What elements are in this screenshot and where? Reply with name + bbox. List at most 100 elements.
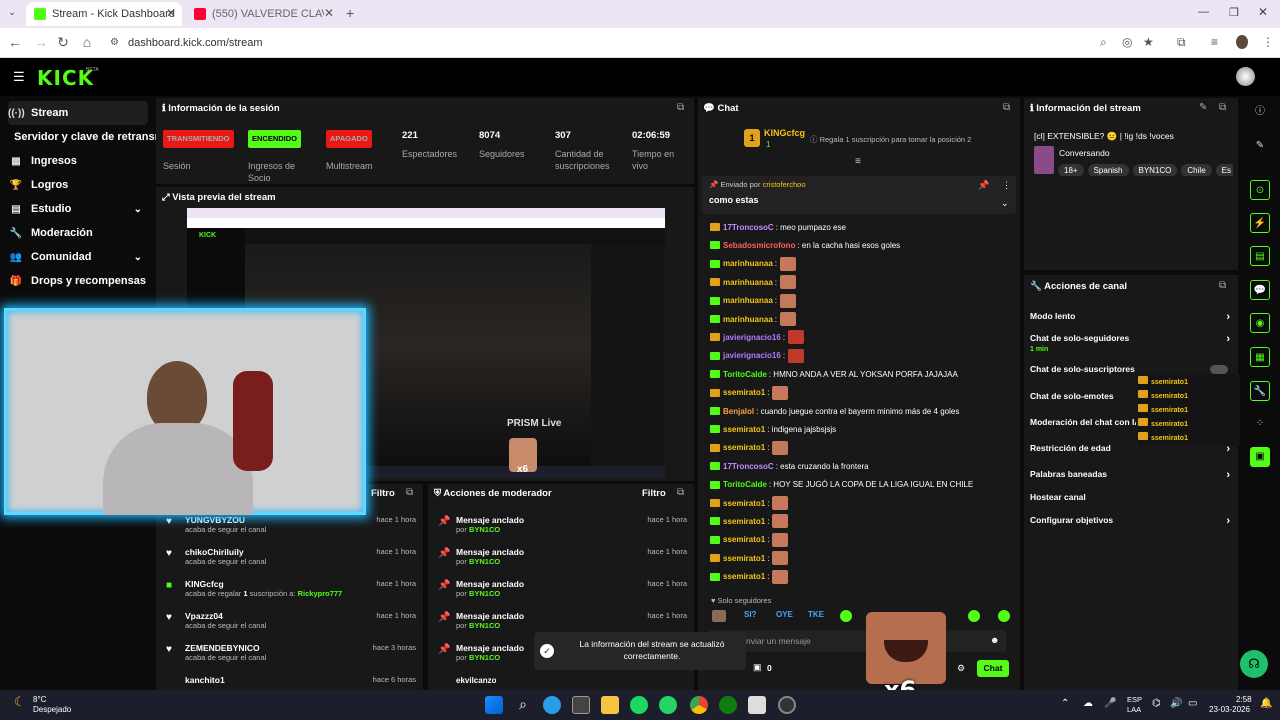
tab-youtube[interactable]: (550) VALVERDE CLAVÓ UN GO ✕ [186, 2, 340, 26]
gifter-name[interactable]: KINGcfcg [764, 128, 805, 138]
gift-target[interactable]: Rickypro777 [298, 589, 343, 598]
filter-button[interactable]: Filtro [642, 488, 666, 499]
chat-username[interactable]: ToritoCalde [723, 370, 767, 379]
sidebar-item-drops[interactable]: 🎁 Drops y recompensas [8, 269, 148, 293]
chat-username[interactable]: Benjalol [723, 407, 754, 416]
info-icon[interactable]: ⓘ [1250, 102, 1270, 122]
chat-settings-icon[interactable]: ⚙ [957, 663, 965, 674]
sidebar-item-comunidad[interactable]: 👥 Comunidad ⌄ [8, 245, 148, 269]
points-icon[interactable]: ▣ [753, 662, 762, 673]
tab-menu-icon[interactable]: ⌄ [8, 7, 16, 18]
mod-user[interactable]: BYN1CO [469, 557, 500, 566]
chat-username[interactable]: Sebadosmicrofono [723, 241, 795, 250]
file-explorer-icon[interactable] [601, 696, 619, 714]
chat-username[interactable]: ssemirato1 [723, 388, 765, 397]
chevron-down-icon[interactable]: ⌄ [1001, 198, 1009, 209]
pinned-user[interactable]: cristoferchoo [763, 180, 806, 189]
chat-username[interactable]: ssemirato1 [723, 499, 765, 508]
reload-icon[interactable]: ↻ [54, 34, 72, 51]
action-ai-moderation[interactable]: Moderación del chat con IA [1030, 417, 1136, 433]
volume-icon[interactable]: 🔊 [1170, 698, 1182, 709]
action-followers-only[interactable]: Chat de solo-seguidores 1 min › [1030, 333, 1230, 355]
weather-temp[interactable]: 8°C [33, 695, 46, 704]
close-tab-icon[interactable]: ✕ [166, 6, 176, 20]
media-icon[interactable]: ≡ [1211, 35, 1218, 49]
filter-button[interactable]: Filtro [371, 488, 395, 499]
minimize-icon[interactable]: — [1198, 6, 1209, 18]
tab-kick-dashboard[interactable]: Stream - Kick Dashboard ✕ [26, 2, 182, 26]
network-tray-icon[interactable]: ☁ [1083, 698, 1093, 709]
edit-icon[interactable]: ✎ [1250, 136, 1270, 156]
chat-username[interactable]: 17TroncosoC [723, 223, 774, 232]
back-icon[interactable]: ← [6, 34, 24, 50]
lightning-icon[interactable]: ⚡ [1250, 213, 1270, 233]
store-icon[interactable] [572, 696, 590, 714]
chat-username[interactable]: javierignacio16 [723, 351, 781, 360]
battery-icon[interactable]: ▭ [1188, 698, 1197, 709]
wifi-icon[interactable]: ⌬ [1152, 698, 1161, 709]
url-field[interactable]: ⚙ dashboard.kick.com/stream [110, 33, 1110, 53]
chat-username[interactable]: ssemirato1 [723, 554, 765, 563]
emote-icon[interactable] [712, 610, 726, 622]
server-icon[interactable]: ▦ [1250, 347, 1270, 367]
emote-icon[interactable] [998, 610, 1010, 622]
stream-category[interactable]: Conversando [1059, 148, 1110, 158]
tray-chevron-icon[interactable]: ⌃ [1061, 698, 1069, 709]
chat-username[interactable]: ssemirato1 [723, 535, 765, 544]
windows-start-icon[interactable] [485, 696, 503, 714]
close-tab-icon[interactable]: ✕ [324, 6, 334, 20]
forward-icon[interactable]: → [32, 34, 50, 50]
chat-username[interactable]: ssemirato1 [723, 517, 765, 526]
send-chat-button[interactable]: Chat [977, 660, 1009, 677]
mod-user[interactable]: BYN1CO [469, 653, 500, 662]
whatsapp-icon[interactable] [659, 696, 677, 714]
focus-icon[interactable]: ⊙ [1250, 180, 1270, 200]
obs-icon[interactable] [778, 696, 796, 714]
popout-icon[interactable]: ⧉ [406, 487, 413, 498]
home-icon[interactable]: ⌂ [78, 34, 96, 50]
notifications-icon[interactable]: 🔔 [1260, 698, 1272, 709]
chat-username[interactable]: marinhuanaa [723, 278, 773, 287]
mod-user[interactable]: BYN1CO [469, 589, 500, 598]
mic-tray-icon[interactable]: 🎤 [1104, 698, 1116, 709]
clock-time[interactable]: 2:58 [1236, 695, 1252, 704]
mod-user[interactable]: BYN1CO [469, 621, 500, 630]
close-window-icon[interactable]: ✕ [1258, 5, 1268, 19]
extension-dots-icon[interactable]: ⁘ [1250, 414, 1270, 434]
emoji-icon[interactable]: ☻ [990, 635, 999, 645]
chat-username[interactable]: ssemirato1 [723, 572, 765, 581]
avatar[interactable] [1236, 67, 1255, 86]
chat-username[interactable]: ssemirato1 [723, 425, 765, 434]
emote-icon[interactable]: SI? [744, 610, 756, 619]
document-icon[interactable]: ▤ [1250, 246, 1270, 266]
popout-icon[interactable]: ⧉ [677, 487, 684, 498]
app-icon[interactable] [748, 696, 766, 714]
eye-slash-icon[interactable]: ◎ [1122, 35, 1132, 49]
gift-prompt[interactable]: ⓘ Regala 1 suscripción para tomar la pos… [810, 134, 971, 145]
support-headset-icon[interactable]: ☊ [1240, 650, 1268, 678]
chat-username[interactable]: ssemirato1 [723, 443, 765, 452]
hamburger-menu-icon[interactable]: ☰ [13, 69, 25, 85]
popout-icon[interactable]: ⧉ [1219, 102, 1226, 113]
bookmark-star-icon[interactable]: ★ [1143, 35, 1154, 49]
action-host-channel[interactable]: Hostear canal [1030, 492, 1230, 508]
extensions-icon[interactable]: ⧉ [1177, 35, 1186, 50]
chat-username[interactable]: marinhuanaa [723, 259, 773, 268]
popout-icon[interactable]: ⧉ [677, 102, 684, 113]
edge-icon[interactable] [543, 696, 561, 714]
sidebar-item-estudio[interactable]: ▤ Estudio ⌄ [8, 197, 148, 221]
search-icon[interactable]: ⌕ [514, 696, 532, 714]
profile-icon[interactable] [1236, 35, 1248, 49]
spotify-icon[interactable] [630, 696, 648, 714]
site-info-icon[interactable]: ⚙ [110, 33, 119, 53]
emote-icon[interactable] [840, 610, 852, 622]
chat-username[interactable]: 17TroncosoC [723, 462, 774, 471]
language-code[interactable]: ESP [1127, 695, 1142, 704]
unpin-icon[interactable]: 📌 [978, 180, 989, 191]
weather-desc[interactable]: Despejado [33, 705, 71, 714]
chat-username[interactable]: marinhuanaa [723, 296, 773, 305]
zoom-icon[interactable]: ⌕ [1100, 35, 1107, 50]
emote-icon[interactable] [968, 610, 980, 622]
sidebar-item-moderacion[interactable]: 🔧 Moderación [8, 221, 148, 245]
xbox-icon[interactable] [719, 696, 737, 714]
